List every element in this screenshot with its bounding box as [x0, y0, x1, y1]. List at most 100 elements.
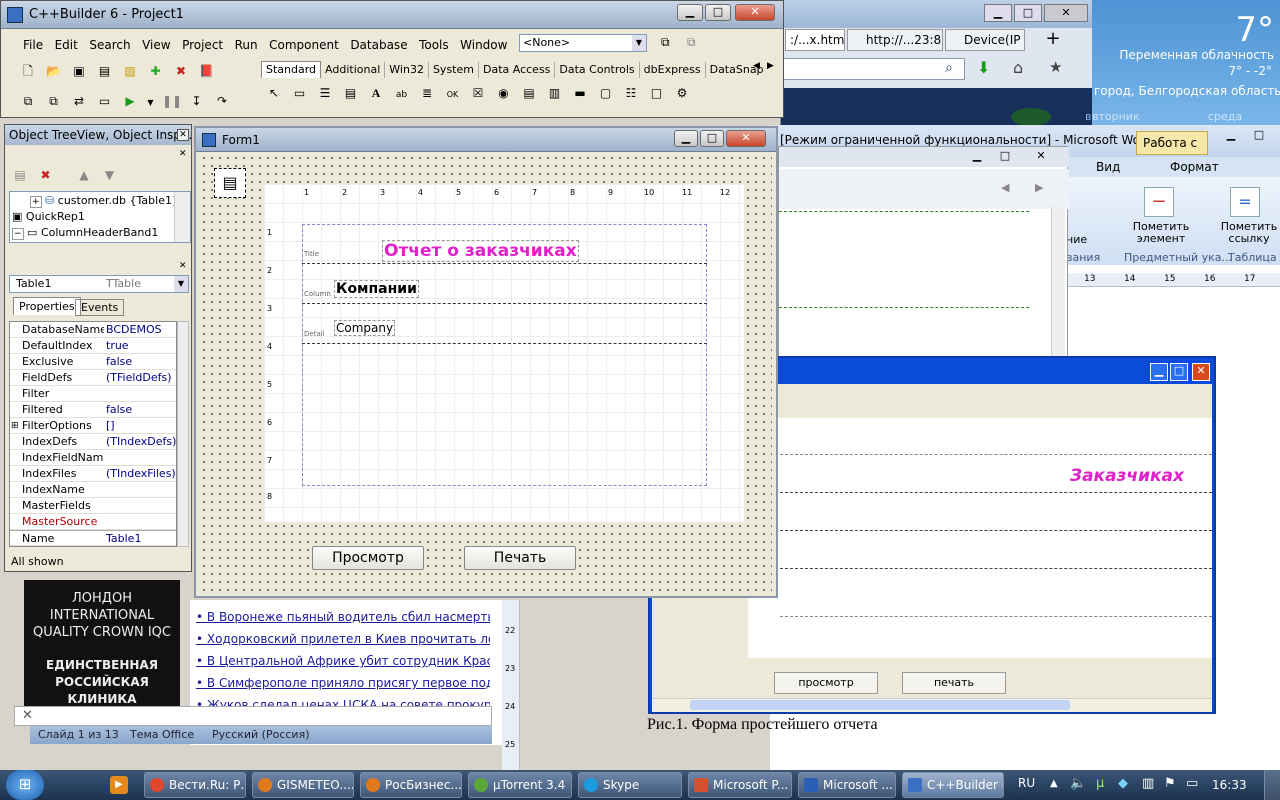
save-all-icon[interactable]: ▤ — [95, 61, 115, 81]
toolbar-icon[interactable]: ⧉ — [661, 35, 670, 50]
word-ribbon-tab[interactable]: Вид — [1096, 160, 1120, 174]
actionlist-icon[interactable]: ⚙ — [672, 83, 692, 103]
tree-item[interactable]: − ▭ ColumnHeaderBand1 — [12, 226, 158, 240]
prop-row[interactable]: IndexFiles (TIndexFiles) — [10, 466, 176, 482]
clock[interactable]: 16:33 — [1212, 778, 1247, 792]
object-selector[interactable]: Table1 TTable ▼ — [9, 275, 189, 293]
close-icon[interactable]: ✕ — [22, 708, 33, 723]
pointer-icon[interactable]: ↖ — [264, 83, 284, 103]
memo-icon[interactable]: ≣ — [417, 83, 437, 103]
close-button[interactable]: ✕ — [735, 4, 775, 21]
media-player-icon[interactable]: ▶ — [110, 776, 128, 794]
browser-min-button[interactable]: ▁ — [984, 4, 1012, 22]
show-desktop-button[interactable] — [1264, 770, 1280, 800]
collapse-icon[interactable]: − — [12, 228, 24, 240]
tree-up-icon[interactable]: ▲ — [74, 165, 94, 185]
toggle-form-icon[interactable]: ⇄ — [69, 91, 89, 111]
menu-project[interactable]: Project — [178, 35, 227, 55]
word-ribbon-item[interactable]: ние — [1066, 233, 1087, 246]
minimize-button[interactable]: ▁ — [677, 4, 703, 21]
view-form-icon[interactable]: ⧉ — [44, 91, 64, 111]
scrollbar-icon[interactable]: ▬ — [570, 83, 590, 103]
panel-icon[interactable]: □ — [647, 83, 667, 103]
chevron-right-icon[interactable]: ▶ — [767, 61, 774, 71]
menu-view[interactable]: View — [138, 35, 174, 55]
menu-edit[interactable]: Edit — [51, 35, 82, 55]
chevron-down-icon[interactable]: ▼ — [632, 35, 646, 51]
tree-item[interactable]: + ⛁ customer.db {Table1} — [30, 194, 179, 208]
save-icon[interactable]: ▣ — [69, 61, 89, 81]
config-combo[interactable]: <None> ▼ — [519, 34, 647, 52]
prop-row[interactable]: IndexName — [10, 482, 176, 498]
network-icon[interactable]: ▥ — [1142, 776, 1154, 791]
step-into-icon[interactable]: ↧ — [187, 91, 207, 111]
browser-tab[interactable]: http://...23:81/ — [847, 29, 943, 51]
bookmark-icon[interactable]: ★ — [1049, 58, 1062, 76]
tree-panel-close[interactable]: ✕ — [179, 149, 187, 159]
prop-row[interactable]: Name Table1 — [10, 530, 176, 546]
palette-tab-additional[interactable]: Additional — [321, 62, 386, 78]
palette-tab-data-access[interactable]: Data Access — [479, 62, 556, 78]
menu-run[interactable]: Run — [231, 35, 262, 55]
mark-entry-button[interactable]: Пометить элемент — [1126, 221, 1196, 245]
add-file-icon[interactable]: ✚ — [146, 61, 166, 81]
open-project-icon[interactable]: ▨ — [120, 61, 140, 81]
tray-expand-icon[interactable]: ▲ — [1050, 778, 1058, 789]
palette-tab-standard[interactable]: Standard — [261, 61, 322, 78]
help-book-icon[interactable]: 📕 — [197, 61, 217, 81]
tree-scrollbar[interactable] — [174, 192, 190, 242]
news-link[interactable]: • В Симферополе приняло присягу первое п… — [196, 676, 490, 690]
taskbar-item[interactable]: Вести.Ru: Р... — [144, 772, 246, 798]
news-link[interactable]: • Ходорковский прилетел в Киев прочитать… — [196, 632, 490, 646]
taskbar-item[interactable]: Microsoft P... — [688, 772, 792, 798]
groupbox-icon[interactable]: ▢ — [596, 83, 616, 103]
combobox-icon[interactable]: ▥ — [545, 83, 565, 103]
back-icon[interactable]: ◀ — [1001, 181, 1009, 194]
quickrep-icon[interactable]: ▤ — [214, 168, 246, 198]
menu-search[interactable]: Search — [85, 35, 134, 55]
inspector-panel-close[interactable]: ✕ — [179, 261, 187, 271]
prop-row[interactable]: MasterFields — [10, 498, 176, 514]
taskbar-item[interactable]: Microsoft ... — [798, 772, 896, 798]
new-tab-button[interactable]: + — [1043, 29, 1063, 49]
palette-tab-system[interactable]: System — [429, 62, 479, 78]
maximize-button[interactable]: □ — [705, 4, 731, 21]
word-work-tab[interactable]: Работа с ... — [1136, 131, 1208, 172]
inner-close-button[interactable]: ✕ — [1029, 149, 1053, 162]
chevron-down-icon[interactable]: ▼ — [174, 276, 188, 292]
utorrent-tray-icon[interactable]: µ — [1096, 776, 1104, 791]
column-header-label[interactable]: Компании — [334, 280, 419, 298]
frames-icon[interactable]: ▭ — [290, 83, 310, 103]
prop-row[interactable]: FieldDefs (TFieldDefs) — [10, 370, 176, 386]
palette-tab-win32[interactable]: Win32 — [385, 62, 429, 78]
menu-window[interactable]: Window — [456, 35, 511, 55]
start-button[interactable]: ⊞ — [6, 770, 44, 800]
open-icon[interactable]: 📂 — [44, 61, 64, 81]
prop-row[interactable]: DefaultIndex true — [10, 338, 176, 354]
new-form-icon[interactable]: ▭ — [95, 91, 115, 111]
browser-tab[interactable]: :/...x.htm — [785, 29, 845, 51]
pause-icon[interactable]: ❚❚ — [161, 91, 182, 111]
tree-down-icon[interactable]: ▼ — [100, 165, 120, 185]
menu-database[interactable]: Database — [346, 35, 411, 55]
mark-citation-button[interactable]: Пометить ссылку — [1218, 221, 1280, 245]
download-icon[interactable]: ⬇ — [977, 58, 990, 77]
inner-min-button[interactable]: ▁ — [965, 149, 989, 162]
taskbar-item[interactable]: GISMETEO.... — [252, 772, 354, 798]
prop-row[interactable]: Filtered false — [10, 402, 176, 418]
prop-row[interactable]: Exclusive false — [10, 354, 176, 370]
tab-properties[interactable]: Properties — [13, 297, 81, 315]
tab-events[interactable]: Events — [75, 299, 125, 316]
display-icon[interactable]: ▭ — [1186, 776, 1198, 791]
label-icon[interactable]: A — [366, 83, 386, 103]
word-min-button[interactable]: ▁ — [1218, 128, 1244, 144]
home-icon[interactable]: ⌂ — [1013, 58, 1023, 77]
property-scrollbar[interactable] — [177, 321, 189, 547]
run-dropdown-icon[interactable]: ▼ — [146, 93, 156, 113]
word-ribbon-tab[interactable]: Формат — [1170, 160, 1219, 174]
taskbar-item[interactable]: Skype — [578, 772, 682, 798]
taskbar-item[interactable]: РосБизнес... — [360, 772, 462, 798]
view-unit-icon[interactable]: ⧉ — [18, 91, 38, 111]
prop-row[interactable]: Filter — [10, 386, 176, 402]
inspector-close-button[interactable]: ✕ — [177, 129, 189, 141]
